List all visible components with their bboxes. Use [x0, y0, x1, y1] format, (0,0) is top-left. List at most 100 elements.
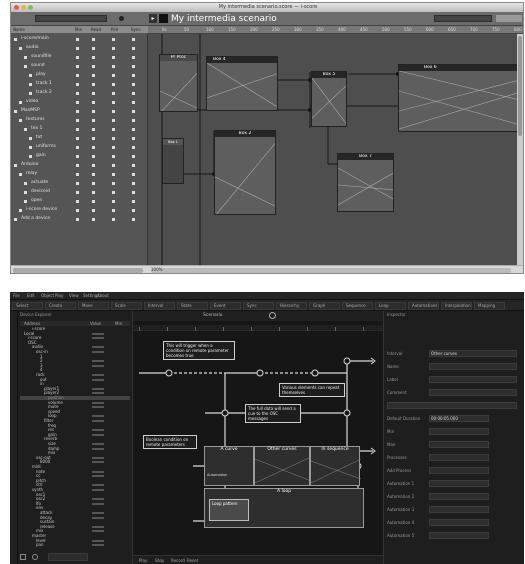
menu-item[interactable]: View: [69, 293, 79, 298]
tree-column-checkbox[interactable]: [91, 190, 96, 195]
tree-column-checkbox[interactable]: [75, 127, 80, 132]
horizontal-scrollbar[interactable]: 100%: [11, 265, 523, 273]
tree-column-checkbox[interactable]: [111, 37, 116, 42]
tool-button[interactable]: Graph: [309, 302, 340, 310]
loop-pattern-box[interactable]: Loop pattern: [209, 499, 249, 521]
process-in-sequence[interactable]: In sequence: [310, 446, 362, 486]
inspector-field[interactable]: [429, 467, 489, 474]
zoom-control[interactable]: [496, 15, 522, 22]
tree-column-checkbox[interactable]: [131, 73, 136, 78]
tool-button[interactable]: Automations: [408, 302, 439, 310]
tree-checkbox[interactable]: [18, 100, 23, 105]
tool-button[interactable]: Event: [210, 302, 241, 310]
menu-item[interactable]: About: [97, 293, 109, 298]
tree-checkbox[interactable]: [28, 136, 33, 141]
box-6[interactable]: Box 6: [398, 64, 523, 132]
inspector-field[interactable]: [429, 363, 517, 370]
tree-column-checkbox[interactable]: [75, 181, 80, 186]
protocol-selector[interactable]: [48, 553, 88, 561]
tree-checkbox[interactable]: [23, 127, 28, 132]
tree-column-checkbox[interactable]: [111, 91, 116, 96]
tool-button[interactable]: Create: [45, 302, 76, 310]
tree-column-checkbox[interactable]: [75, 82, 80, 87]
inspector-field[interactable]: [429, 389, 517, 396]
tree-column-checkbox[interactable]: [75, 100, 80, 105]
tree-checkbox[interactable]: [13, 109, 18, 114]
tree-column-checkbox[interactable]: [75, 55, 80, 60]
tree-column-checkbox[interactable]: [91, 55, 96, 60]
tree-column-checkbox[interactable]: [111, 100, 116, 105]
learn-icon[interactable]: [32, 554, 38, 560]
play-circle-icon[interactable]: [269, 312, 276, 319]
tree-column-checkbox[interactable]: [111, 199, 116, 204]
tree-column-checkbox[interactable]: [131, 136, 136, 141]
device-selector[interactable]: [35, 15, 107, 22]
play-icon[interactable]: ▸: [149, 14, 157, 23]
inspector-field[interactable]: [429, 441, 489, 448]
tree-column-checkbox[interactable]: [91, 64, 96, 69]
tree-checkbox[interactable]: [23, 190, 28, 195]
inspector-field[interactable]: [429, 519, 489, 526]
tree-checkbox[interactable]: [13, 163, 18, 168]
tree-column-checkbox[interactable]: [75, 172, 80, 177]
process-loop[interactable]: A loop Loop pattern: [204, 488, 364, 528]
close-button[interactable]: [14, 5, 19, 10]
transport-button[interactable]: Play: [139, 558, 147, 563]
tree-column-checkbox[interactable]: [91, 73, 96, 78]
tree-column-checkbox[interactable]: [91, 181, 96, 186]
tree-column-checkbox[interactable]: [111, 82, 116, 87]
tree-column-checkbox[interactable]: [75, 163, 80, 168]
tree-column-checkbox[interactable]: [75, 154, 80, 159]
tree-column-checkbox[interactable]: [91, 109, 96, 114]
tree-column-checkbox[interactable]: [131, 199, 136, 204]
tree-column-checkbox[interactable]: [75, 73, 80, 78]
tree-column-checkbox[interactable]: [111, 46, 116, 51]
inspector-field[interactable]: [429, 376, 517, 383]
menu-item[interactable]: Play: [55, 293, 63, 298]
tree-column-checkbox[interactable]: [91, 172, 96, 177]
inspector-field[interactable]: [429, 532, 489, 539]
tool-button[interactable]: Mapping: [474, 302, 505, 310]
tree-column-checkbox[interactable]: [131, 163, 136, 168]
tool-button[interactable]: Move: [78, 302, 109, 310]
tree-column-checkbox[interactable]: [91, 82, 96, 87]
tree-column-checkbox[interactable]: [75, 46, 80, 51]
tree-checkbox[interactable]: [23, 64, 28, 69]
tree-column-checkbox[interactable]: [111, 163, 116, 168]
tree-column-checkbox[interactable]: [131, 127, 136, 132]
tool-button[interactable]: Hierarchy: [276, 302, 307, 310]
tree-column-checkbox[interactable]: [131, 64, 136, 69]
tree-column-checkbox[interactable]: [91, 154, 96, 159]
tool-button[interactable]: Scale: [111, 302, 142, 310]
tree-column-checkbox[interactable]: [75, 199, 80, 204]
box-4[interactable]: Box 4: [206, 56, 278, 111]
tree-row[interactable]: pan: [36, 543, 44, 547]
tree-checkbox[interactable]: [23, 55, 28, 60]
box-7[interactable]: Box 7: [337, 153, 394, 212]
tree-column-checkbox[interactable]: [111, 118, 116, 123]
add-device-icon[interactable]: [20, 554, 26, 560]
tool-button[interactable]: Interpolation: [441, 302, 472, 310]
tree-column-checkbox[interactable]: [131, 100, 136, 105]
tree-column-checkbox[interactable]: [91, 118, 96, 123]
tree-column-checkbox[interactable]: [91, 145, 96, 150]
tree-checkbox[interactable]: [28, 145, 33, 150]
menu-item[interactable]: File: [13, 293, 20, 298]
tree-column-checkbox[interactable]: [75, 91, 80, 96]
tree-checkbox[interactable]: [18, 208, 23, 213]
process-other-curves[interactable]: Other curves: [254, 446, 312, 486]
tool-button[interactable]: Interval: [144, 302, 175, 310]
tree-checkbox[interactable]: [18, 46, 23, 51]
tree-column-checkbox[interactable]: [131, 55, 136, 60]
tool-button[interactable]: State: [177, 302, 208, 310]
box-pr-proc[interactable]: Pr Proc: [159, 54, 198, 112]
tree-checkbox[interactable]: [28, 154, 33, 159]
tree-column-checkbox[interactable]: [131, 181, 136, 186]
scroll-thumb[interactable]: [151, 268, 511, 273]
tree-checkbox[interactable]: [13, 37, 18, 42]
tree-checkbox[interactable]: [28, 91, 33, 96]
tree-column-checkbox[interactable]: [91, 136, 96, 141]
tree-column-checkbox[interactable]: [111, 145, 116, 150]
box-5[interactable]: Box 5: [311, 71, 347, 127]
inspector-field[interactable]: [429, 480, 489, 487]
